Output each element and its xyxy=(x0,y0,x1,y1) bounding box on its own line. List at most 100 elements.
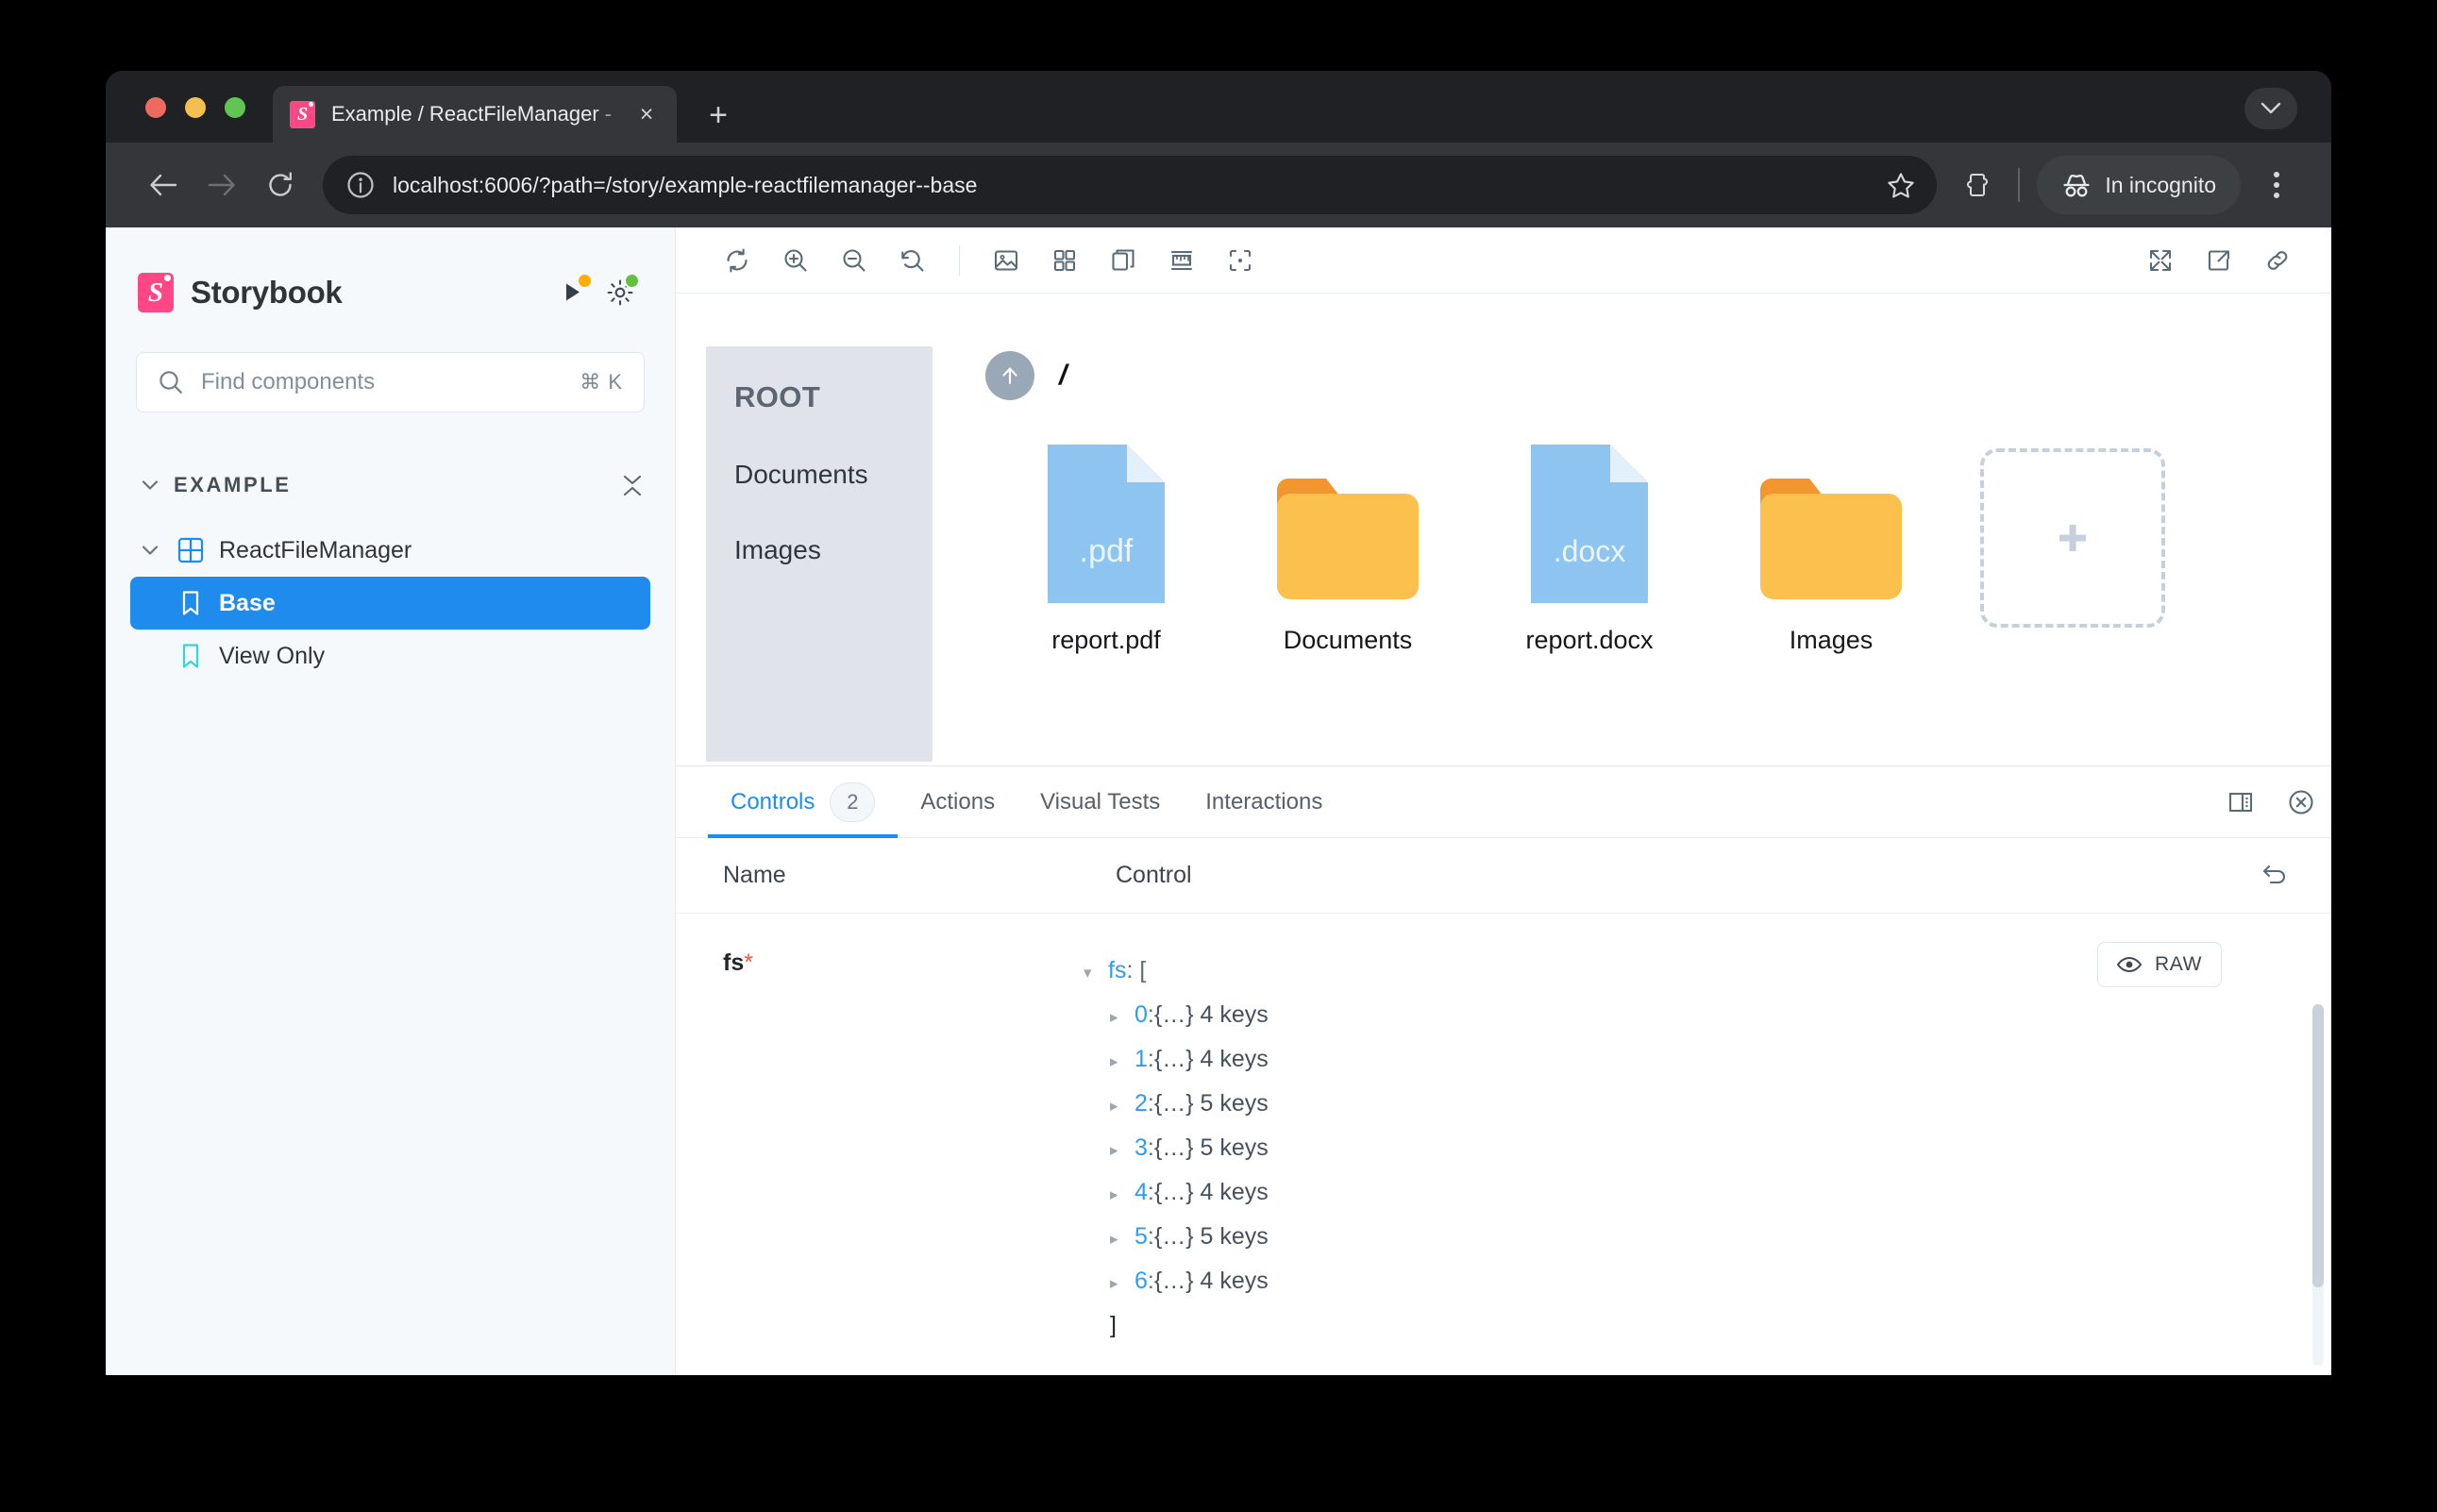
kebab-dot xyxy=(2274,172,2279,177)
copy-link-icon[interactable] xyxy=(2248,234,2307,287)
browser-tab[interactable]: S Example / ReactFileManager - × xyxy=(273,86,677,143)
window-traffic-lights xyxy=(145,97,245,118)
json-entry-row[interactable]: ▸ 5 : {…} 5 keys xyxy=(1084,1216,2331,1260)
sidebar-item-reactfilemanager[interactable]: ReactFileManager xyxy=(130,524,650,577)
json-separator: : xyxy=(1147,1090,1154,1117)
json-tree-viewer: ▾ fs: [ ▸ 0 : {…} 4 keys ▸ 1 : {…} 4 key… xyxy=(1068,949,2331,1375)
grid-icon[interactable] xyxy=(1035,234,1094,287)
file-item-images[interactable]: Images xyxy=(1710,445,1952,655)
raw-label: RAW xyxy=(2154,953,2202,975)
extensions-icon[interactable] xyxy=(1952,160,2001,210)
reload-button[interactable] xyxy=(251,156,310,214)
bookmark-star-icon[interactable] xyxy=(1880,164,1922,206)
json-entry-row[interactable]: ▸ 2 : {…} 5 keys xyxy=(1084,1083,2331,1127)
outline-icon[interactable] xyxy=(1094,234,1152,287)
panel-position-icon[interactable] xyxy=(2210,766,2271,837)
story-tree: ReactFileManager Base View Only xyxy=(106,524,675,682)
json-close-row: ] xyxy=(1084,1304,2331,1347)
sidebar-section-example[interactable]: EXAMPLE xyxy=(106,463,675,507)
json-entry-value: {…} 4 keys xyxy=(1153,1179,1269,1205)
storybook-brand[interactable]: S Storybook xyxy=(106,269,675,316)
file-manager-body: / .pdf report.pdf Documents .docx report… xyxy=(933,346,2331,765)
chevron-right-icon[interactable]: ▸ xyxy=(1110,1040,1134,1083)
browser-window: S Example / ReactFileManager - × + local… xyxy=(106,71,2331,1375)
sidebar-item-base[interactable]: Base xyxy=(130,577,650,630)
address-bar[interactable]: localhost:6006/?path=/story/example-reac… xyxy=(323,156,1938,214)
back-button[interactable] xyxy=(134,156,193,214)
tab-search-chevron-down-icon[interactable] xyxy=(2244,88,2297,129)
json-entry-row[interactable]: ▸ 0 : {…} 4 keys xyxy=(1084,994,2331,1038)
breadcrumb: / xyxy=(985,346,2331,405)
shortcuts-play-icon[interactable] xyxy=(552,272,594,313)
settings-gear-icon[interactable] xyxy=(599,272,641,313)
close-panel-icon[interactable] xyxy=(2271,766,2331,837)
kebab-dot xyxy=(2274,182,2279,188)
json-entry-index: 3 xyxy=(1134,1134,1148,1161)
json-entry-row[interactable]: ▸ 4 : {…} 4 keys xyxy=(1084,1171,2331,1216)
breadcrumb-path[interactable]: / xyxy=(1059,360,1067,392)
zoom-in-icon[interactable] xyxy=(766,234,825,287)
tab-label: Actions xyxy=(920,788,996,815)
file-item-label: report.pdf xyxy=(1051,626,1161,654)
browser-menu-button[interactable] xyxy=(2250,159,2303,211)
chevron-right-icon[interactable]: ▸ xyxy=(1110,1218,1134,1260)
tab-visual-tests[interactable]: Visual Tests xyxy=(1017,766,1183,837)
control-name-label: fs xyxy=(723,949,745,976)
panel-scrollbar-thumb[interactable] xyxy=(2312,1004,2324,1287)
tab-interactions[interactable]: Interactions xyxy=(1183,766,1345,837)
add-file-dropzone[interactable] xyxy=(1980,448,2165,628)
incognito-indicator[interactable]: In incognito xyxy=(2037,156,2241,214)
chevron-down-icon[interactable]: ▾ xyxy=(1084,951,1108,994)
column-header-control: Control xyxy=(1116,862,1192,888)
search-input[interactable]: Find components ⌘ K xyxy=(136,352,645,412)
address-bar-url: localhost:6006/?path=/story/example-reac… xyxy=(393,172,978,197)
new-tab-button[interactable]: + xyxy=(698,95,738,135)
maximize-window-button[interactable] xyxy=(225,97,245,118)
chevron-right-icon[interactable]: ▸ xyxy=(1110,996,1134,1038)
open-new-tab-icon[interactable] xyxy=(2190,234,2248,287)
json-entry-row[interactable]: ▸ 1 : {…} 4 keys xyxy=(1084,1038,2331,1083)
forward-button[interactable] xyxy=(193,156,251,214)
chevron-right-icon[interactable]: ▸ xyxy=(1110,1129,1134,1171)
pdf-file-icon: .pdf xyxy=(1048,445,1165,603)
sidebar-section-label: EXAMPLE xyxy=(174,473,292,496)
file-tree-node-documents[interactable]: Documents xyxy=(734,460,933,490)
raw-toggle-button[interactable]: RAW xyxy=(2096,942,2222,987)
minimize-window-button[interactable] xyxy=(185,97,206,118)
panel-tabs-spacer xyxy=(1345,766,2210,837)
remount-icon[interactable] xyxy=(708,234,766,287)
tab-controls[interactable]: Controls 2 xyxy=(708,766,899,838)
close-window-button[interactable] xyxy=(145,97,166,118)
zoom-out-icon[interactable] xyxy=(825,234,883,287)
fullscreen-icon[interactable] xyxy=(2131,234,2190,287)
file-item-report-docx[interactable]: .docx report.docx xyxy=(1469,445,1710,655)
background-icon[interactable] xyxy=(977,234,1035,287)
file-item-documents[interactable]: Documents xyxy=(1227,445,1469,655)
favicon-letter: S xyxy=(296,104,309,125)
site-info-icon[interactable] xyxy=(344,168,378,202)
tab-label: Controls xyxy=(731,788,815,815)
navigate-up-button[interactable] xyxy=(985,351,1034,400)
browser-tab-strip: S Example / ReactFileManager - × + xyxy=(106,71,2331,143)
json-entry-row[interactable]: ▸ 6 : {…} 4 keys xyxy=(1084,1260,2331,1304)
json-entry-value: {…} 4 keys xyxy=(1153,1046,1269,1072)
json-entry-index: 2 xyxy=(1134,1090,1148,1117)
close-tab-icon[interactable]: × xyxy=(630,97,664,131)
chevron-right-icon[interactable]: ▸ xyxy=(1110,1084,1134,1127)
json-entry-row[interactable]: ▸ 3 : {…} 5 keys xyxy=(1084,1127,2331,1171)
collapse-all-icon[interactable] xyxy=(622,475,643,496)
storybook-brand-name: Storybook xyxy=(191,275,343,310)
measure-icon[interactable] xyxy=(1152,234,1211,287)
tab-actions[interactable]: Actions xyxy=(898,766,1017,837)
focus-icon[interactable] xyxy=(1211,234,1269,287)
file-tree-root-label[interactable]: ROOT xyxy=(734,380,933,414)
file-tree-node-images[interactable]: Images xyxy=(734,535,933,565)
file-item-report-pdf[interactable]: .pdf report.pdf xyxy=(985,445,1227,655)
zoom-reset-icon[interactable] xyxy=(883,234,942,287)
controls-table-body: fs* ▾ fs: [ ▸ 0 : {…} 4 keys ▸ 1: {…} 4… xyxy=(676,914,2331,1375)
chevron-right-icon[interactable]: ▸ xyxy=(1110,1262,1134,1304)
chevron-right-icon[interactable]: ▸ xyxy=(1110,1173,1134,1216)
sidebar-item-view-only[interactable]: View Only xyxy=(130,630,650,682)
json-entry-value: {…} 5 keys xyxy=(1153,1090,1269,1117)
reset-controls-icon[interactable] xyxy=(2246,864,2303,888)
